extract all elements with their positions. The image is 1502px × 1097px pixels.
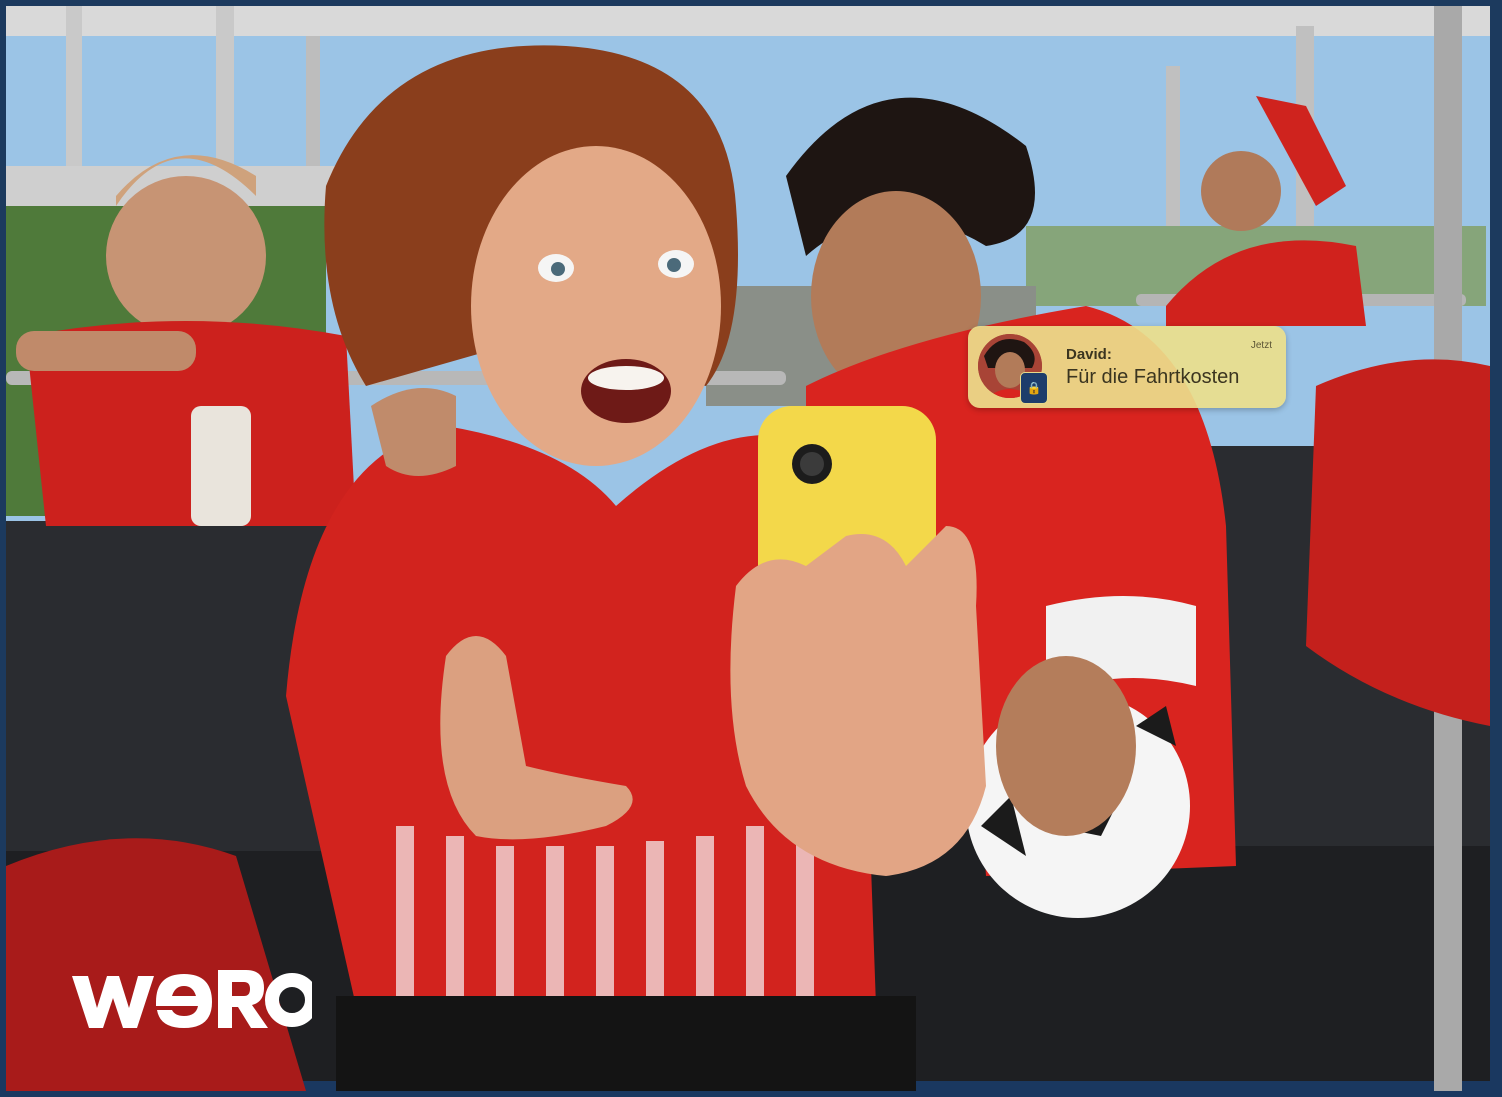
notification-time: Jetzt <box>1250 340 1272 351</box>
wero-logo <box>72 962 319 1048</box>
wero-lock-badge-icon: 🔒 <box>1020 372 1048 404</box>
notification-message: Für die Fahrtkosten <box>1066 366 1240 388</box>
payment-notification[interactable]: 🔒 David: Jetzt Für die Fahrtkosten <box>968 326 1286 408</box>
photo-scene <box>6 6 1490 1091</box>
notification-sender: David: <box>1066 346 1112 363</box>
